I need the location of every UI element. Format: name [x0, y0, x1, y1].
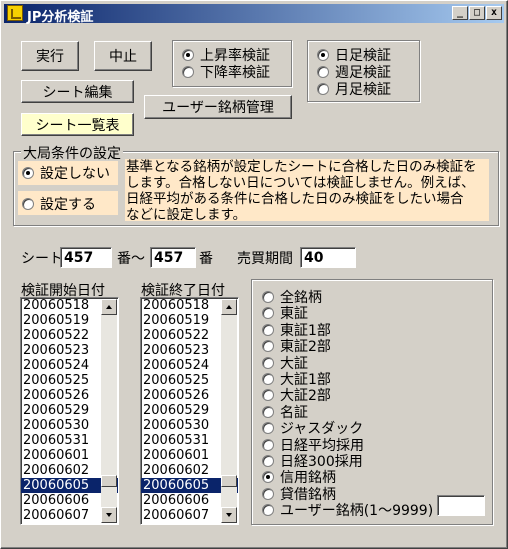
- radio-indicator: [262, 504, 274, 517]
- radio-indicator: [317, 49, 329, 61]
- radio-label: ユーザー銘柄(1～9999): [280, 503, 434, 520]
- radio-monthly[interactable]: 月足検証: [317, 81, 391, 98]
- minimize-button[interactable]: _: [452, 6, 468, 20]
- description-line: します。合格しない日については検証しません。例えば、: [126, 175, 475, 191]
- sheet-list-button[interactable]: シート一覧表: [21, 113, 134, 136]
- radio-indicator: [262, 356, 274, 369]
- title-bar[interactable]: JP分析検証 _ □ x: [4, 4, 504, 25]
- holding-period-field[interactable]: 40: [300, 247, 356, 268]
- radio-weekly[interactable]: 週足検証: [317, 64, 391, 81]
- radio-indicator: [182, 66, 194, 78]
- radio-label: 設定しない: [40, 166, 110, 182]
- end-date-listbox[interactable]: 20060518 20060519 20060522 20060523 20060524…: [140, 297, 239, 525]
- radio-indicator: [262, 340, 274, 353]
- scroll-up-button[interactable]: [101, 299, 117, 315]
- radio-indicator: [22, 167, 34, 179]
- scroll-thumb[interactable]: [221, 475, 237, 487]
- radio-indicator: [262, 422, 274, 435]
- description-line: 日経平均がある条件に合格した日のみ検証をしたい場合: [126, 191, 464, 207]
- sheet-to-field[interactable]: 457: [150, 247, 196, 268]
- radio-universe-option[interactable]: ユーザー銘柄(1～9999): [262, 502, 434, 520]
- radio-indicator: [22, 198, 34, 210]
- close-button[interactable]: x: [486, 6, 502, 20]
- radio-indicator: [262, 389, 274, 402]
- scroll-thumb[interactable]: [101, 475, 117, 487]
- scroll-down-button[interactable]: [101, 507, 117, 523]
- radio-indicator: [262, 307, 274, 320]
- market-condition-title: 大局条件の設定: [21, 143, 123, 163]
- sheet-from-field[interactable]: 457: [60, 247, 112, 268]
- description-line: などに設定します。: [126, 207, 247, 223]
- radio-fall-rate[interactable]: 下降率検証: [182, 64, 270, 81]
- maximize-button[interactable]: □: [469, 6, 485, 20]
- radio-indicator: [262, 405, 274, 418]
- radio-indicator: [262, 455, 274, 467]
- radio-label: 設定する: [40, 197, 96, 213]
- radio-indicator: [262, 487, 274, 500]
- radio-rise-rate[interactable]: 上昇率検証: [182, 47, 270, 64]
- scroll-up-button[interactable]: [221, 299, 237, 315]
- sheet-range-separator: 番～: [117, 251, 145, 267]
- app-icon: [7, 5, 23, 21]
- radio-condition-off[interactable]: 設定しない: [22, 165, 110, 182]
- radio-indicator: [262, 471, 274, 484]
- run-button[interactable]: 実行: [21, 41, 79, 71]
- sheet-edit-button[interactable]: シート編集: [21, 80, 134, 103]
- start-date-listbox[interactable]: 20060518 20060519 20060522 20060523 20060524…: [20, 297, 119, 525]
- description-line: 基準となる銘柄が設定したシートに合格した日のみ検証を: [126, 159, 477, 175]
- window-title: JP分析検証: [27, 10, 94, 25]
- user-stock-manage-button[interactable]: ユーザー銘柄管理: [144, 95, 292, 119]
- radio-indicator: [182, 49, 194, 61]
- user-stock-range-field[interactable]: [437, 495, 485, 516]
- app-window: JP分析検証 _ □ x 実行 中止 シート編集 シート一覧表 ユーザー銘柄管理…: [0, 0, 508, 549]
- radio-indicator: [262, 373, 274, 385]
- radio-label: 下降率検証: [200, 65, 270, 81]
- radio-label: 月足検証: [335, 82, 391, 98]
- market-condition-description: 基準となる銘柄が設定したシートに合格した日のみ検証を します。合格しない日につい…: [125, 159, 489, 223]
- sheet-end-label: 番: [199, 251, 213, 267]
- holding-period-label: 売買期間: [237, 251, 293, 267]
- sheet-label: シート: [21, 251, 63, 267]
- radio-daily[interactable]: 日足検証: [317, 47, 391, 64]
- radio-indicator: [262, 438, 274, 451]
- stop-button[interactable]: 中止: [94, 41, 152, 71]
- radio-indicator: [262, 291, 274, 303]
- end-date-scrollbar[interactable]: [221, 299, 237, 523]
- start-date-scrollbar[interactable]: [101, 299, 117, 523]
- radio-indicator: [317, 83, 329, 95]
- radio-indicator: [262, 323, 274, 336]
- radio-indicator: [317, 66, 329, 78]
- radio-condition-on[interactable]: 設定する: [22, 196, 96, 213]
- scroll-down-button[interactable]: [221, 507, 237, 523]
